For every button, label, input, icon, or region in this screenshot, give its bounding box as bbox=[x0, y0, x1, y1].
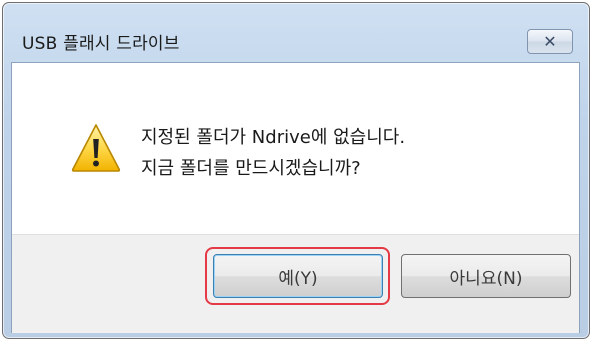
dialog-content: 지정된 폴더가 Ndrive에 없습니다. 지금 폴더를 만드시겠습니까? 예(… bbox=[11, 62, 580, 333]
close-icon: ✕ bbox=[543, 32, 557, 51]
dialog-title: USB 플래시 드라이브 bbox=[22, 34, 180, 54]
yes-button[interactable]: 예(Y) bbox=[213, 254, 383, 298]
button-bar: 예(Y) 아니요(N) bbox=[12, 234, 579, 333]
close-button[interactable]: ✕ bbox=[527, 29, 573, 54]
no-button[interactable]: 아니요(N) bbox=[401, 254, 571, 298]
message-area: 지정된 폴더가 Ndrive에 없습니다. 지금 폴더를 만드시겠습니까? bbox=[12, 63, 579, 234]
dialog-window: USB 플래시 드라이브 ✕ 지정된 폴더가 Ndrive에 없습니다. 지금 … bbox=[2, 2, 590, 339]
warning-icon bbox=[71, 124, 121, 172]
message-text-line2: 지금 폴더를 만드시겠습니까? bbox=[141, 158, 361, 179]
message-text-line1: 지정된 폴더가 Ndrive에 없습니다. bbox=[141, 127, 406, 148]
